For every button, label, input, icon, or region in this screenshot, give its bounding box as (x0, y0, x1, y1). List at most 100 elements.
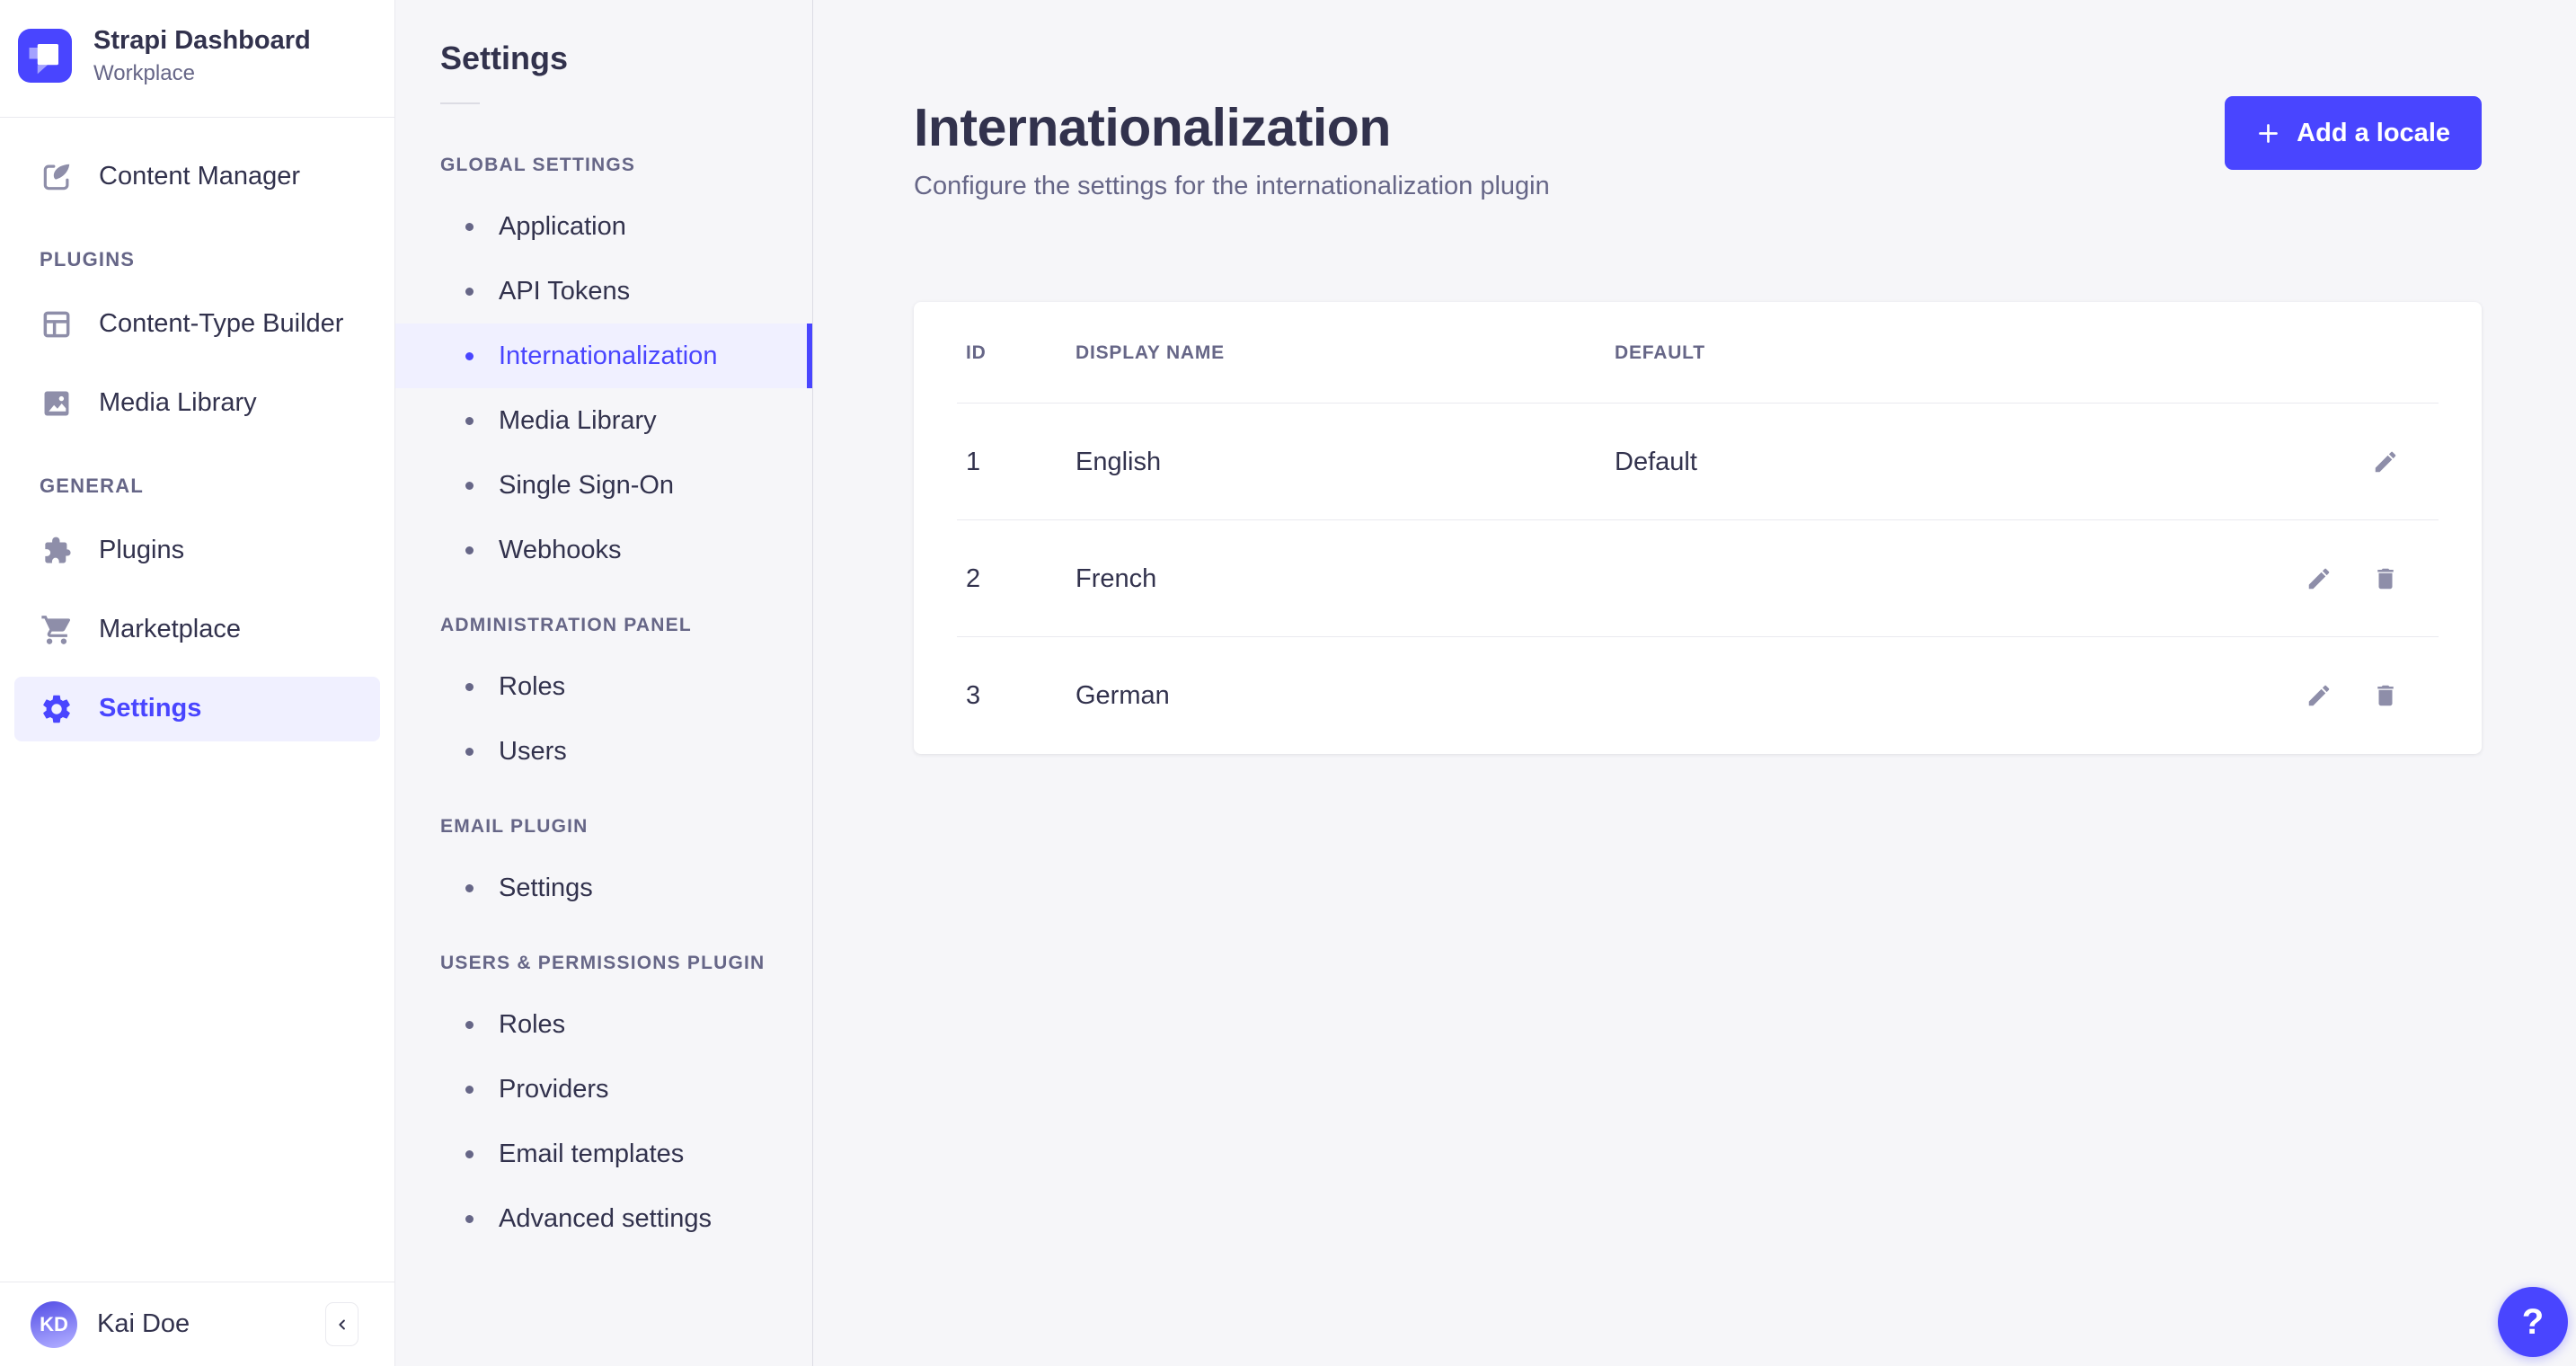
edit-locale-button[interactable] (2306, 565, 2333, 592)
settings-item-label: Settings (499, 873, 593, 902)
content-type-builder-icon (40, 307, 74, 342)
settings-item-label: Users (499, 736, 567, 766)
nav-item-label: Plugins (99, 536, 185, 565)
question-mark-icon: ? (2521, 1301, 2545, 1342)
cell-display-name: French (1076, 563, 1157, 593)
section-label: ADMINISTRATION PANEL (440, 615, 692, 635)
cell-id: 3 (966, 680, 981, 710)
brand[interactable]: Strapi Dashboard Workplace (0, 0, 394, 117)
page-header: Internationalization Configure the setti… (914, 94, 2482, 201)
nav-item-label: Media Library (99, 388, 257, 418)
settings-item-webhooks[interactable]: Webhooks (395, 518, 812, 582)
settings-section-global: GLOBAL SETTINGS Application API Tokens I… (395, 137, 812, 582)
bullet-icon (465, 747, 474, 756)
table-row-german[interactable]: 3 German (914, 637, 2482, 754)
settings-item-application[interactable]: Application (395, 194, 812, 259)
settings-item-api-tokens[interactable]: API Tokens (395, 259, 812, 324)
column-header-id: ID (966, 342, 987, 363)
settings-item-providers[interactable]: Providers (395, 1057, 812, 1122)
settings-item-label: Internationalization (499, 341, 718, 370)
media-library-icon (40, 386, 74, 421)
nav-section-general: GENERAL (40, 474, 144, 497)
edit-locale-button[interactable] (2372, 448, 2399, 475)
bullet-icon (465, 1149, 474, 1158)
workspace-name: Workplace (93, 60, 195, 85)
table-row-french[interactable]: 2 French (914, 520, 2482, 637)
bullet-icon (465, 546, 474, 554)
table-header-row: ID DISPLAY NAME DEFAULT (914, 302, 2482, 404)
settings-section-email-plugin: EMAIL PLUGIN Settings (395, 798, 812, 920)
section-label: EMAIL PLUGIN (440, 816, 589, 837)
bullet-icon (465, 416, 474, 425)
settings-sidebar: Settings GLOBAL SETTINGS Application API… (395, 0, 813, 1366)
cell-display-name: German (1076, 680, 1170, 710)
nav-item-settings[interactable]: Settings (14, 676, 380, 741)
collapse-sidebar-button[interactable] (325, 1302, 359, 1346)
sidebar-footer: KD Kai Doe (0, 1282, 394, 1366)
settings-item-email-settings[interactable]: Settings (395, 856, 812, 920)
delete-trash-icon (2372, 682, 2399, 709)
settings-item-label: Media Library (499, 405, 657, 435)
settings-item-up-roles[interactable]: Roles (395, 992, 812, 1057)
settings-item-media-library[interactable]: Media Library (395, 388, 812, 453)
nav-item-label: Content Manager (99, 162, 301, 191)
settings-item-label: Webhooks (499, 535, 622, 564)
page-subtitle: Configure the settings for the internati… (914, 172, 1550, 200)
app-title: Strapi Dashboard (93, 26, 311, 55)
edit-locale-button[interactable] (2306, 682, 2333, 709)
settings-item-advanced-settings[interactable]: Advanced settings (395, 1186, 812, 1251)
settings-item-internationalization[interactable]: Internationalization (395, 324, 812, 388)
bullet-icon (465, 481, 474, 490)
settings-section-admin-panel: ADMINISTRATION PANEL Roles Users (395, 597, 812, 784)
chevron-left-icon (334, 1317, 350, 1333)
cell-display-name: English (1076, 447, 1162, 476)
cell-id: 1 (966, 447, 981, 476)
add-locale-button[interactable]: Add a locale (2225, 96, 2482, 170)
settings-item-roles[interactable]: Roles (395, 654, 812, 719)
main-sidebar: Strapi Dashboard Workplace Content Manag… (0, 0, 395, 1366)
settings-item-label: Single Sign-On (499, 470, 675, 500)
nav-item-marketplace[interactable]: Marketplace (0, 590, 394, 670)
settings-item-label: Advanced settings (499, 1203, 712, 1233)
bullet-icon (465, 351, 474, 360)
nav-item-label: Content-Type Builder (99, 309, 344, 339)
content-manager-icon (40, 160, 74, 194)
settings-item-label: API Tokens (499, 276, 631, 306)
locales-table: ID DISPLAY NAME DEFAULT 1 English Defaul… (914, 302, 2482, 754)
delete-locale-button[interactable] (2372, 565, 2399, 592)
nav-item-content-manager[interactable]: Content Manager (0, 137, 394, 217)
settings-item-label: Providers (499, 1074, 609, 1104)
nav-item-label: Settings (99, 694, 202, 723)
column-header-display-name: DISPLAY NAME (1076, 342, 1225, 363)
edit-pencil-icon (2306, 565, 2333, 592)
settings-item-single-sign-on[interactable]: Single Sign-On (395, 453, 812, 518)
nav-item-content-type-builder[interactable]: Content-Type Builder (0, 285, 394, 364)
app-root: Strapi Dashboard Workplace Content Manag… (0, 0, 2576, 1366)
strapi-logo-icon (18, 28, 72, 83)
bullet-icon (465, 287, 474, 296)
user-menu[interactable]: KD Kai Doe (31, 1300, 190, 1348)
nav-section-plugins: PLUGINS (40, 247, 136, 271)
settings-item-label: Email templates (499, 1139, 685, 1168)
nav-item-plugins[interactable]: Plugins (0, 511, 394, 590)
bullet-icon (465, 1085, 474, 1094)
divider (440, 102, 480, 104)
bullet-icon (465, 883, 474, 892)
settings-item-email-templates[interactable]: Email templates (395, 1122, 812, 1186)
settings-item-label: Roles (499, 1009, 566, 1039)
section-label: GLOBAL SETTINGS (440, 155, 636, 175)
help-button[interactable]: ? (2498, 1287, 2568, 1357)
cell-id: 2 (966, 563, 981, 593)
settings-section-users-permissions: USERS & PERMISSIONS PLUGIN Roles Provide… (395, 935, 812, 1251)
nav-item-media-library[interactable]: Media Library (0, 364, 394, 443)
page-title: Internationalization (914, 98, 1391, 157)
bullet-icon (465, 1214, 474, 1223)
table-row-english[interactable]: 1 English Default (914, 404, 2482, 520)
settings-item-users[interactable]: Users (395, 719, 812, 784)
edit-pencil-icon (2306, 682, 2333, 709)
add-locale-label: Add a locale (2297, 118, 2450, 147)
main-nav: Content Manager PLUGINS Content-Type Bui… (0, 118, 394, 1282)
delete-locale-button[interactable] (2372, 682, 2399, 709)
column-header-default: DEFAULT (1615, 342, 1705, 363)
avatar: KD (31, 1300, 77, 1348)
